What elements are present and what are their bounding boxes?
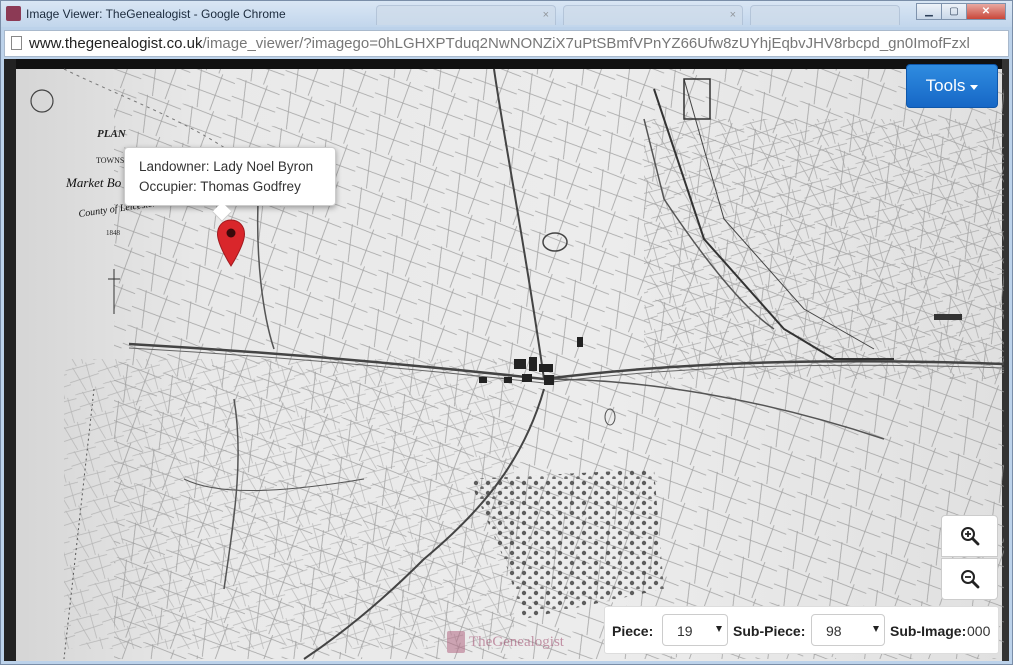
window-title: Image Viewer: TheGenealogist - Google Ch… — [26, 7, 286, 21]
subpiece-label: Sub-Piece: — [733, 623, 806, 639]
map-plan-title: PLAN — [97, 128, 127, 140]
zoom-in-icon — [960, 527, 979, 546]
dropdown-arrow-icon — [873, 626, 879, 632]
subimage-value: 000 — [967, 623, 991, 639]
background-tab[interactable] — [750, 5, 900, 25]
image-viewport[interactable]: PLAN TOWNSHI Market Bo County of Leicest… — [4, 59, 1009, 661]
genealogist-app-icon — [6, 6, 21, 21]
image-selector-panel: Piece: 19 Sub-Piece: 98 Sub-Image: 000 — [604, 606, 999, 654]
zoom-in-button[interactable] — [941, 515, 998, 557]
url-domain: www.thegenealogist.co.uk — [29, 35, 203, 52]
map-town-text: Market Bo — [65, 175, 122, 190]
caret-down-icon — [970, 84, 979, 90]
tab-close-icon[interactable]: × — [730, 9, 736, 21]
maximize-icon[interactable]: ▢ — [941, 3, 967, 20]
logo-text: TheGenealogist — [469, 633, 564, 650]
piece-select[interactable]: 19 — [662, 614, 728, 646]
browser-window: Image Viewer: TheGenealogist - Google Ch… — [0, 0, 1013, 665]
subpiece-select[interactable]: 98 — [811, 614, 885, 646]
zoom-out-button[interactable] — [941, 558, 998, 600]
address-bar[interactable]: www.thegenealogist.co.uk/image_viewer/?i… — [4, 30, 1009, 57]
background-tab[interactable]: × — [376, 5, 556, 25]
piece-label: Piece: — [612, 623, 654, 639]
genealogist-watermark-logo: TheGenealogist — [447, 629, 565, 655]
tools-button-label: Tools — [925, 76, 966, 95]
zoom-out-icon — [960, 570, 979, 589]
map-pin-icon[interactable] — [216, 219, 246, 267]
subpiece-select-value: 98 — [826, 623, 842, 639]
url-text[interactable]: www.thegenealogist.co.uk/image_viewer/?i… — [29, 35, 1004, 52]
parcel-info-popup: Landowner: Lady Noel Byron Occupier: Tho… — [124, 147, 336, 222]
dropdown-arrow-icon — [716, 626, 722, 632]
window-controls: ▁ ▢ ✕ — [916, 3, 1006, 20]
url-path: /image_viewer/?imagego=0hLGHXPTduq2NwNON… — [202, 35, 970, 52]
title-bar: Image Viewer: TheGenealogist - Google Ch… — [1, 1, 1012, 27]
background-tab[interactable]: × — [563, 5, 743, 25]
genealogist-logo-icon — [447, 631, 465, 653]
map-year-text: 1848 — [106, 229, 121, 237]
tab-close-icon[interactable]: × — [543, 9, 549, 21]
close-icon[interactable]: ✕ — [966, 3, 1006, 20]
minimize-icon[interactable]: ▁ — [916, 3, 942, 20]
popup-occupier: Occupier: Thomas Godfrey — [139, 179, 301, 194]
subimage-label: Sub-Image: — [890, 623, 967, 639]
piece-select-value: 19 — [677, 623, 693, 639]
popup-landowner: Landowner: Lady Noel Byron — [139, 159, 314, 174]
page-icon — [11, 36, 22, 50]
tools-button[interactable]: Tools — [906, 64, 998, 108]
